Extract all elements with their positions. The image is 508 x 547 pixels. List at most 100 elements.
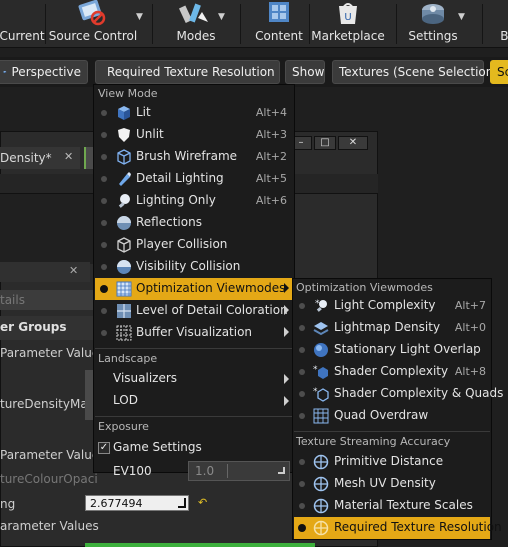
crosshair-icon	[313, 476, 329, 492]
menu-item-lod-coloration[interactable]: Level of Detail Coloration	[95, 300, 293, 322]
submenu-item-lightmap-density[interactable]: Lightmap Density Alt+0	[294, 317, 490, 339]
lod-grid-icon	[117, 304, 131, 318]
submenu-item-stationary-light-overlap[interactable]: Stationary Light Overlap	[294, 339, 490, 361]
submenu-item-light-complexity[interactable]: * Light Complexity Alt+7	[294, 295, 490, 317]
menu-item-visualizers[interactable]: Visualizers	[95, 368, 293, 390]
submenu-item-shader-complexity[interactable]: * Shader Complexity Alt+8	[294, 361, 490, 383]
source-control-button[interactable]: Source Control	[49, 0, 137, 48]
grid-icon	[116, 281, 132, 297]
menu-item-label: Lighting Only	[136, 193, 216, 207]
shader-complexity-icon: *	[313, 365, 328, 379]
crosshair-icon	[313, 498, 329, 514]
show-label: Show	[292, 65, 325, 79]
menu-item-lod[interactable]: LOD	[95, 390, 293, 412]
scalability-label: Sc	[497, 65, 508, 79]
resize-handle-icon	[178, 498, 186, 508]
visibility-sphere-icon	[117, 260, 131, 274]
submenu-item-shortcut: Alt+0	[454, 321, 486, 334]
source-control-dropdown-icon[interactable]: ▼	[136, 12, 143, 22]
search-placeholder: tails	[0, 293, 25, 307]
menu-item-lighting-only[interactable]: Lighting Only Alt+6	[95, 190, 293, 212]
param-row-label: ng	[0, 497, 16, 511]
settings-dropdown-icon[interactable]: ▼	[458, 12, 465, 22]
perspective-button[interactable]: Perspective	[0, 60, 88, 84]
menu-item-brush-wireframe[interactable]: Brush Wireframe Alt+2	[95, 146, 293, 168]
submenu-item-label: Light Complexity	[334, 298, 436, 312]
toolbar-divider	[152, 4, 153, 44]
menu-item-lit[interactable]: Lit Alt+4	[95, 102, 293, 124]
param-value: 2.677494	[90, 497, 143, 510]
ev100-slider[interactable]: 1.0	[188, 461, 290, 481]
radio-dot	[299, 325, 305, 331]
submenu-item-shortcut: Alt+8	[454, 365, 486, 378]
submenu-item-label: Required Texture Resolution	[334, 520, 502, 534]
radio-dot	[299, 503, 305, 509]
game-settings-checkbox[interactable]: ✓	[98, 442, 110, 454]
menu-item-player-collision[interactable]: Player Collision	[95, 234, 293, 256]
submenu-item-mesh-uv-density[interactable]: Mesh UV Density	[294, 473, 490, 495]
marketplace-button[interactable]: U Marketplace	[311, 0, 385, 48]
submenu-item-primitive-distance[interactable]: Primitive Distance	[294, 451, 490, 473]
maximize-button[interactable]: □	[314, 136, 336, 150]
radio-dot	[101, 110, 107, 116]
menu-item-unlit[interactable]: Unlit Alt+3	[95, 124, 293, 146]
submenu-item-quad-overdraw[interactable]: Quad Overdraw	[294, 405, 490, 427]
radio-dot	[299, 413, 305, 419]
param-value-field[interactable]: 2.677494	[85, 495, 189, 511]
submenu-item-label: Material Texture Scales	[334, 498, 473, 512]
radio-dot	[299, 369, 305, 375]
menu-item-label: Visualizers	[113, 371, 178, 385]
settings-button[interactable]: Settings	[404, 0, 462, 48]
unlit-shield-icon	[118, 128, 130, 142]
close-window-button[interactable]: ✕	[338, 136, 368, 150]
close-tab-icon[interactable]: ✕	[64, 150, 73, 163]
param-row-label: Parameter Values	[0, 448, 106, 462]
settings-icon	[422, 4, 444, 24]
submenu-item-shader-complexity-quads[interactable]: * Shader Complexity & Quads	[294, 383, 503, 405]
content-label: Content	[255, 29, 303, 43]
modes-icon	[178, 3, 208, 23]
scalability-button[interactable]: Sc	[490, 60, 508, 84]
stationary-light-sphere-icon	[314, 343, 328, 357]
blueprints-button[interactable]: Bl	[496, 0, 508, 48]
submenu-item-label: Shader Complexity & Quads	[334, 386, 504, 400]
view-mode-button[interactable]: Required Texture Resolution	[95, 60, 280, 84]
marketplace-label: Marketplace	[311, 29, 385, 43]
details-search-input[interactable]: tails	[0, 290, 100, 310]
current-button[interactable]: Current	[0, 0, 45, 48]
menu-item-optimization-viewmodes[interactable]: Optimization Viewmodes	[95, 278, 293, 300]
close-details-tab-icon[interactable]: ✕	[69, 264, 78, 277]
main-toolbar: Current Source Control ▼ Modes ▼ Content	[0, 0, 508, 48]
param-row-label: tureDensityMap	[0, 397, 96, 411]
reset-to-default-icon[interactable]: ↶	[198, 496, 207, 509]
pen-icon	[119, 172, 131, 186]
menu-item-visibility-collision[interactable]: Visibility Collision	[95, 256, 293, 278]
toolbar-divider	[309, 4, 310, 44]
menu-item-label: LOD	[113, 393, 138, 407]
menu-item-label: Brush Wireframe	[136, 149, 238, 163]
radio-dot	[299, 303, 305, 309]
menu-item-detail-lighting[interactable]: Detail Lighting Alt+5	[95, 168, 293, 190]
toolbar-divider	[396, 4, 397, 44]
quad-overdraw-icon	[313, 408, 329, 424]
show-button[interactable]: Show	[285, 60, 325, 84]
menu-item-buffer-visualization[interactable]: Buffer Visualization	[95, 322, 293, 344]
marketplace-icon: U	[339, 3, 357, 24]
menu-item-label: Level of Detail Coloration	[136, 303, 288, 317]
textures-scene-selection-button[interactable]: Textures (Scene Selection)	[332, 60, 498, 84]
submenu-item-material-texture-scales[interactable]: Material Texture Scales	[294, 495, 490, 517]
radio-dot	[299, 481, 305, 487]
menu-divider	[95, 348, 293, 349]
submenu-item-label: Quad Overdraw	[334, 408, 429, 422]
content-button[interactable]: Content	[250, 0, 308, 48]
menu-item-reflections[interactable]: Reflections	[95, 212, 293, 234]
toolbar-divider	[240, 4, 241, 44]
ev100-value: 1.0	[195, 464, 215, 478]
modes-dropdown-icon[interactable]: ▼	[218, 12, 225, 22]
toolbar-divider	[482, 4, 483, 44]
submenu-item-required-texture-resolution[interactable]: Required Texture Resolution	[294, 517, 502, 539]
content-browser-icon	[269, 2, 289, 22]
modes-button[interactable]: Modes	[158, 0, 234, 48]
source-control-icon	[78, 0, 106, 26]
submenu-item-label: Shader Complexity	[334, 364, 449, 378]
